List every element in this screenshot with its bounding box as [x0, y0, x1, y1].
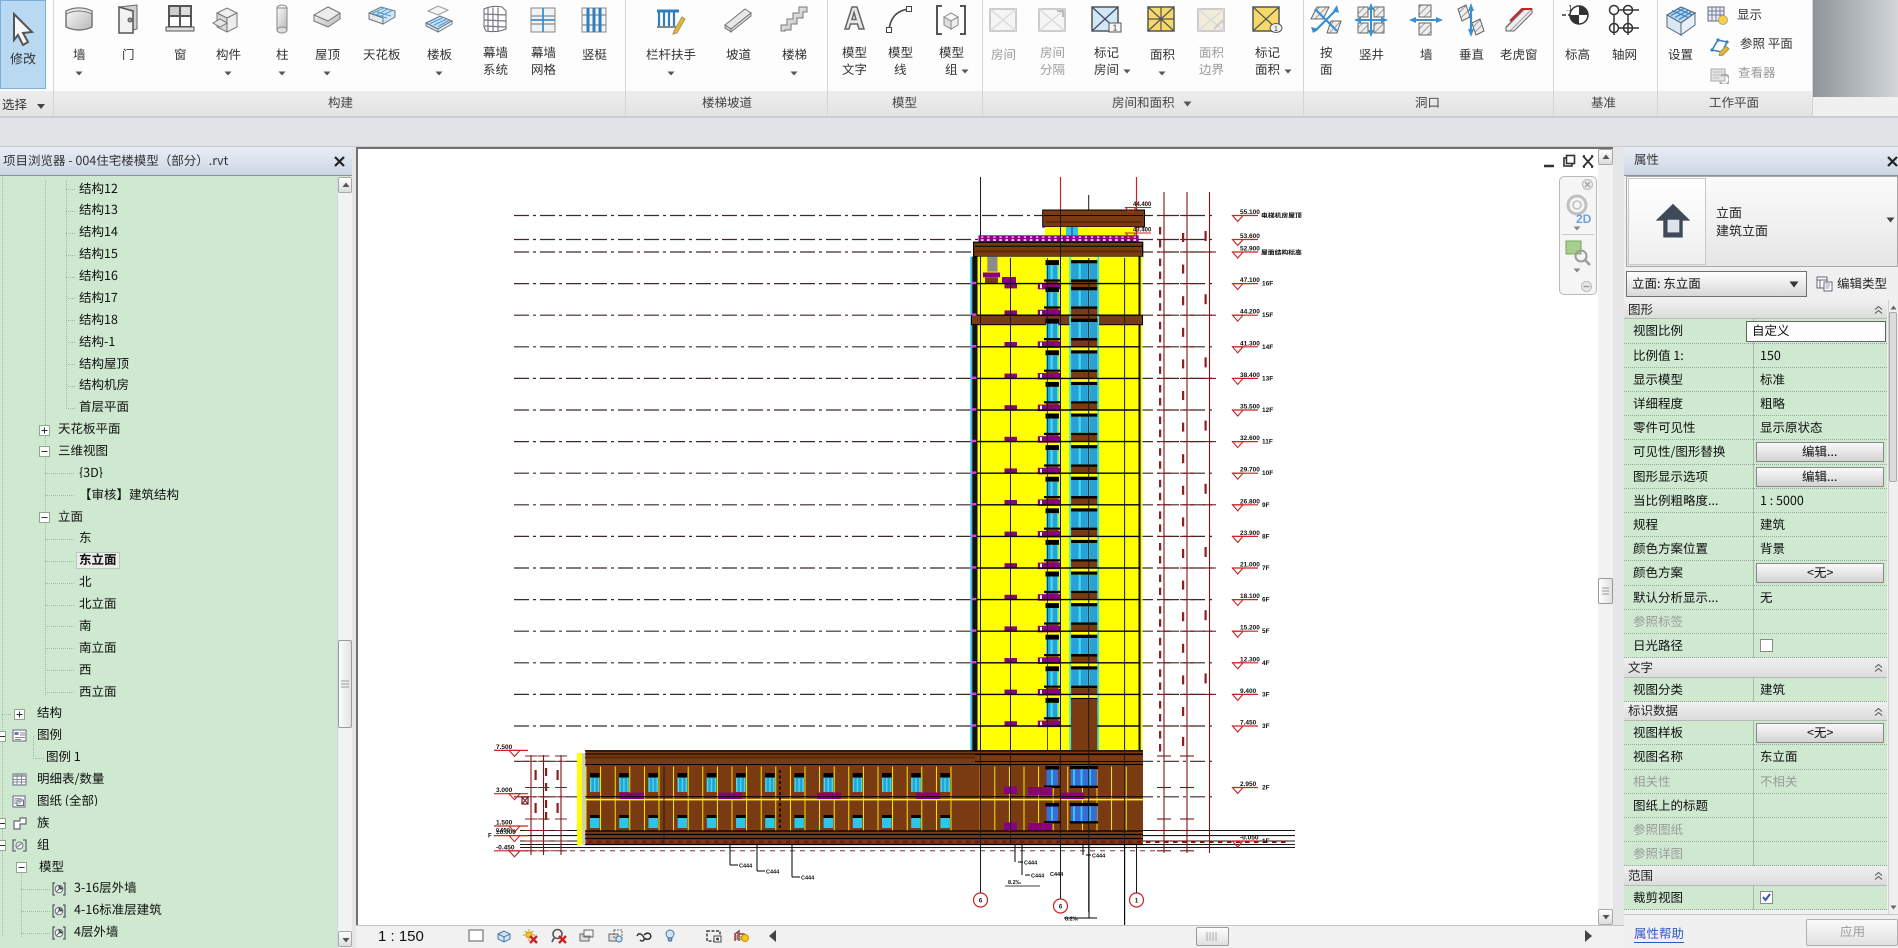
svg-text:-0.450: -0.450 — [496, 844, 515, 851]
svg-text:21.000: 21.000 — [1240, 562, 1260, 569]
svg-text:32.600: 32.600 — [1240, 435, 1260, 442]
svg-text:12F: 12F — [1262, 407, 1273, 414]
svg-text:C444: C444 — [1024, 861, 1038, 867]
svg-text:.1: .1 — [1566, 4, 1573, 13]
svg-text:C444: C444 — [801, 876, 815, 882]
svg-text:15F: 15F — [1262, 312, 1273, 319]
svg-text:10F: 10F — [1262, 470, 1273, 477]
svg-text:C444: C444 — [766, 870, 780, 876]
svg-text:1.500: 1.500 — [496, 820, 513, 827]
svg-text:38.400: 38.400 — [1240, 372, 1260, 379]
svg-text:26.800: 26.800 — [1240, 498, 1260, 505]
svg-text:3.000: 3.000 — [496, 787, 513, 794]
svg-text:-0.050: -0.050 — [1240, 835, 1259, 842]
svg-text:7.450: 7.450 — [1240, 720, 1257, 727]
svg-text:55.100: 55.100 — [1240, 209, 1260, 216]
svg-text:14F: 14F — [1262, 344, 1273, 351]
svg-text:C444: C444 — [739, 864, 753, 870]
svg-text:3F: 3F — [1262, 723, 1270, 730]
svg-text:1: 1 — [1113, 24, 1118, 33]
svg-text:18.100: 18.100 — [1240, 593, 1260, 600]
svg-text:4F: 4F — [1262, 660, 1270, 667]
svg-text:0.050: 0.050 — [496, 828, 510, 834]
svg-text:6F: 6F — [1262, 597, 1270, 604]
svg-text:8.2‰: 8.2‰ — [1065, 917, 1079, 923]
svg-text:52.900: 52.900 — [1240, 246, 1260, 253]
svg-text:7F: 7F — [1262, 565, 1270, 572]
svg-text:8F: 8F — [1262, 533, 1270, 540]
svg-text:9.400: 9.400 — [1240, 688, 1257, 695]
svg-text:8.2‰: 8.2‰ — [1008, 880, 1022, 886]
svg-text:44.400: 44.400 — [1133, 202, 1152, 208]
svg-text:35.500: 35.500 — [1240, 404, 1260, 411]
svg-text:44.200: 44.200 — [1240, 309, 1260, 316]
svg-text:53.600: 53.600 — [1240, 233, 1260, 240]
svg-text:12.300: 12.300 — [1240, 656, 1260, 663]
svg-text:2.950: 2.950 — [1240, 781, 1257, 788]
svg-text:29.700: 29.700 — [1240, 467, 1260, 474]
svg-text:9F: 9F — [1262, 502, 1270, 509]
svg-text:13F: 13F — [1262, 375, 1273, 382]
svg-text:C444: C444 — [1031, 874, 1045, 880]
svg-text:3F: 3F — [1262, 691, 1270, 698]
svg-text:43.400: 43.400 — [1133, 228, 1152, 234]
svg-text:2F: 2F — [1262, 785, 1270, 792]
svg-text:47.100: 47.100 — [1240, 277, 1260, 284]
svg-text:7.500: 7.500 — [496, 744, 513, 751]
svg-text:23.900: 23.900 — [1240, 530, 1260, 537]
svg-text:11F: 11F — [1262, 439, 1273, 446]
svg-text:15.200: 15.200 — [1240, 625, 1260, 632]
svg-text:1F: 1F — [1262, 838, 1270, 845]
svg-text:F: F — [488, 834, 492, 840]
svg-text:41.300: 41.300 — [1240, 340, 1260, 347]
svg-text:5F: 5F — [1262, 628, 1270, 635]
svg-text:C444: C444 — [1050, 872, 1064, 878]
svg-text:1: 1 — [1274, 26, 1278, 33]
svg-text:16F: 16F — [1262, 281, 1273, 288]
svg-text:C444: C444 — [1092, 854, 1106, 860]
